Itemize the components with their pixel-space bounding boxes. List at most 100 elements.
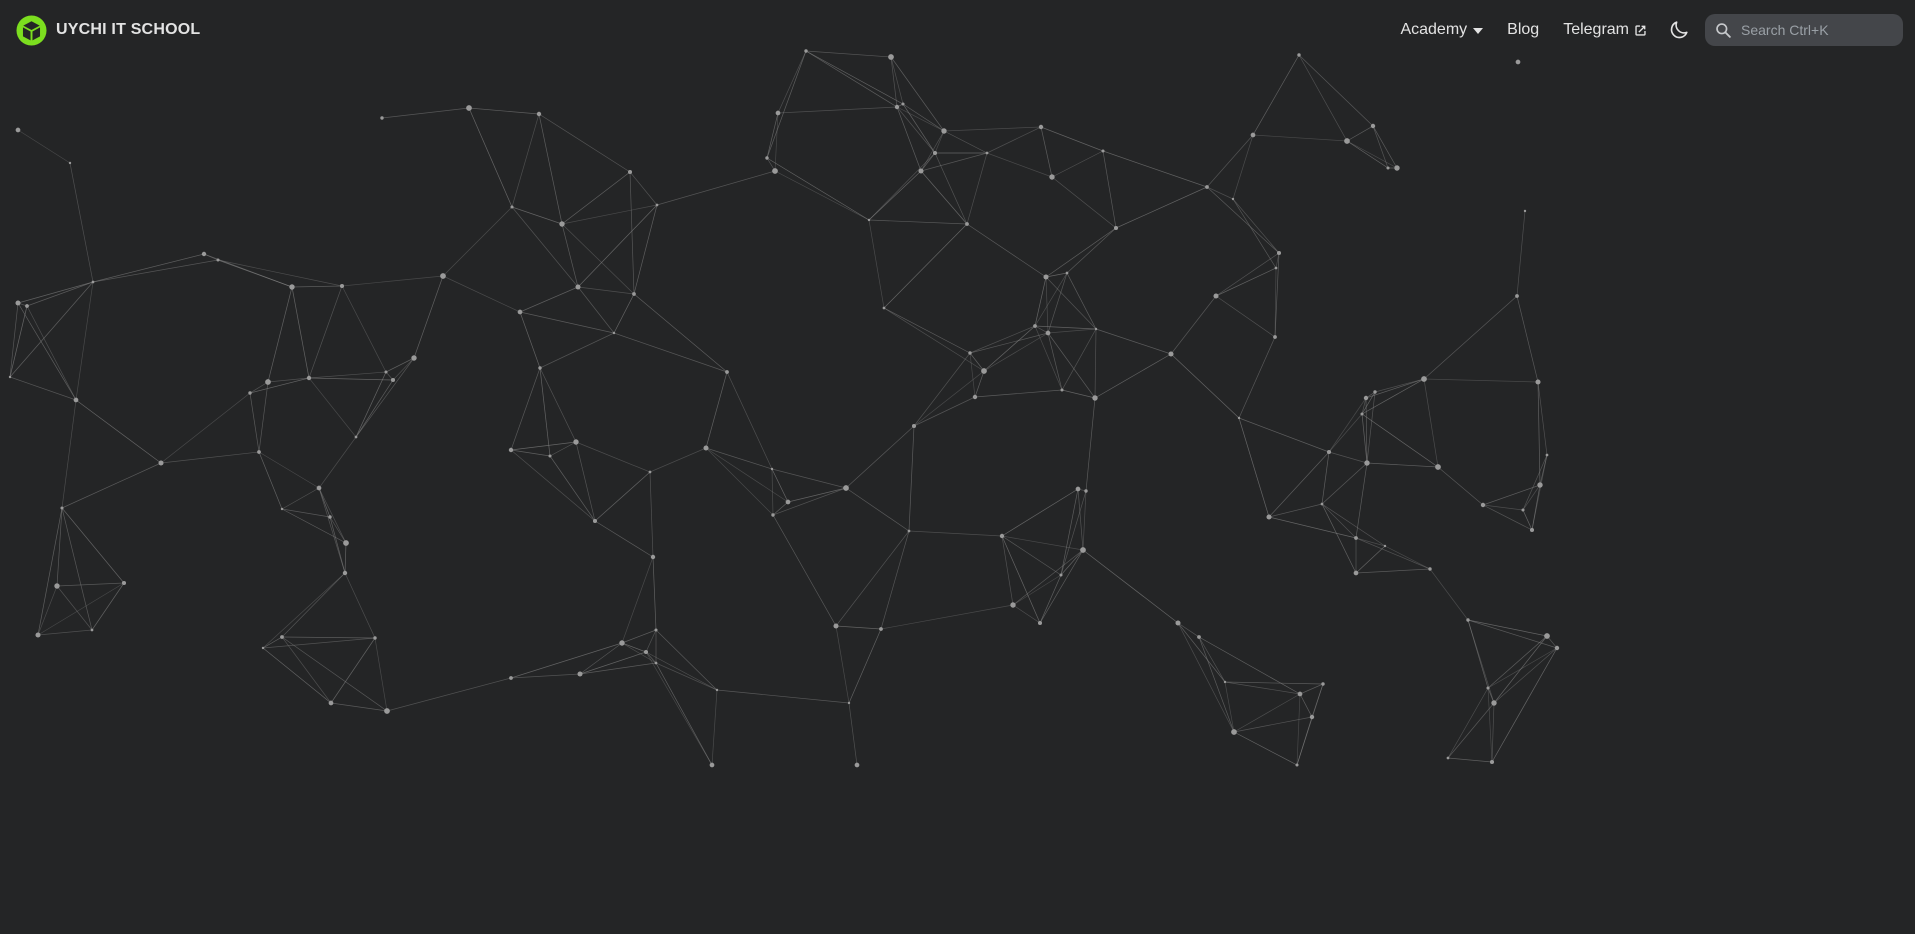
network-node (90, 628, 94, 632)
network-node (1060, 388, 1064, 392)
network-link (1232, 198, 1280, 254)
network-link (262, 647, 332, 704)
nav-item-telegram[interactable]: Telegram (1551, 15, 1659, 45)
network-link (1487, 687, 1493, 763)
network-node (879, 627, 883, 631)
network-node (306, 375, 312, 381)
network-link (1522, 509, 1533, 531)
network-link (890, 56, 945, 132)
network-link (649, 447, 707, 473)
network-link (386, 677, 512, 712)
network-link (1170, 295, 1217, 355)
network-node (1273, 335, 1277, 339)
network-link (655, 662, 718, 691)
network-node (1250, 132, 1256, 138)
network-link (1366, 462, 1439, 468)
network-node (1101, 149, 1105, 153)
network-link (645, 651, 718, 691)
network-node (1075, 486, 1081, 492)
network-link (1384, 545, 1431, 570)
network-link (1482, 484, 1541, 506)
network-link (1215, 252, 1280, 297)
network-node (201, 251, 207, 257)
network-node (627, 169, 633, 175)
network-link (969, 352, 985, 372)
nav-item-blog[interactable]: Blog (1495, 15, 1551, 45)
network-node (384, 370, 388, 374)
network-link (772, 501, 789, 516)
network-link (883, 223, 968, 309)
network-link (1423, 295, 1518, 380)
brand-link[interactable]: UYCHI IT SCHOOL (16, 14, 200, 46)
network-node (847, 701, 851, 705)
network-node (1515, 59, 1521, 65)
network-node (508, 447, 514, 453)
caret-down-icon (1473, 28, 1484, 34)
network-node (536, 111, 542, 117)
network-link (1206, 186, 1234, 200)
network-link (771, 468, 847, 489)
network-link (629, 171, 658, 206)
network-link (645, 651, 713, 766)
network-link (519, 311, 541, 369)
network-link (868, 219, 968, 225)
network-node (1274, 266, 1278, 270)
network-node (1529, 527, 1535, 533)
network-node (1045, 330, 1051, 336)
network-node (1421, 376, 1427, 382)
network-node (1535, 379, 1541, 385)
network-link (291, 285, 343, 288)
network-node (559, 221, 565, 227)
network-link (510, 441, 577, 451)
network-link (26, 305, 77, 401)
network-link (1355, 537, 1431, 570)
search-icon (1716, 22, 1731, 38)
network-node (941, 128, 947, 134)
network-link (1040, 126, 1104, 152)
network-link (934, 130, 945, 154)
network-node (517, 309, 523, 315)
network-node (15, 300, 21, 306)
network-link (1040, 126, 1053, 178)
network-link (896, 106, 936, 154)
network-node (648, 470, 652, 474)
network-node (261, 646, 265, 650)
network-link (1102, 150, 1117, 229)
network-link (621, 556, 654, 644)
network-link (1198, 636, 1301, 695)
network-node (867, 218, 871, 222)
network-link (1423, 378, 1539, 383)
network-link (1045, 276, 1097, 330)
network-node (655, 203, 659, 207)
network-link (267, 377, 310, 383)
search-input[interactable] (1741, 22, 1891, 38)
network-node (972, 394, 978, 400)
nav-item-label: Telegram (1563, 21, 1629, 38)
network-node (216, 258, 220, 262)
network-node (354, 435, 358, 439)
network-node (632, 292, 636, 296)
nav-item-label: Academy (1400, 21, 1468, 38)
network-link (766, 50, 807, 159)
network-node (466, 105, 472, 111)
network-node (411, 355, 417, 361)
network-link (777, 106, 898, 114)
network-node (1537, 482, 1543, 488)
network-link (69, 162, 94, 283)
network-link (1066, 272, 1097, 330)
network-link (92, 253, 205, 283)
network-node (1092, 395, 1098, 401)
navbar: UYCHI IT SCHOOL Academy Blog Telegram (0, 0, 1915, 60)
nav-item-academy-dropdown[interactable]: Academy (1388, 15, 1495, 45)
network-link (629, 171, 635, 295)
network-node (1486, 686, 1490, 690)
network-link (766, 157, 870, 221)
network-node (158, 460, 164, 466)
network-node (1049, 174, 1055, 180)
network-link (649, 471, 654, 558)
network-link (1467, 619, 1495, 704)
network-link (974, 389, 1063, 398)
network-link (344, 572, 376, 639)
search-box[interactable] (1705, 14, 1903, 46)
theme-toggle-button[interactable] (1663, 14, 1695, 46)
